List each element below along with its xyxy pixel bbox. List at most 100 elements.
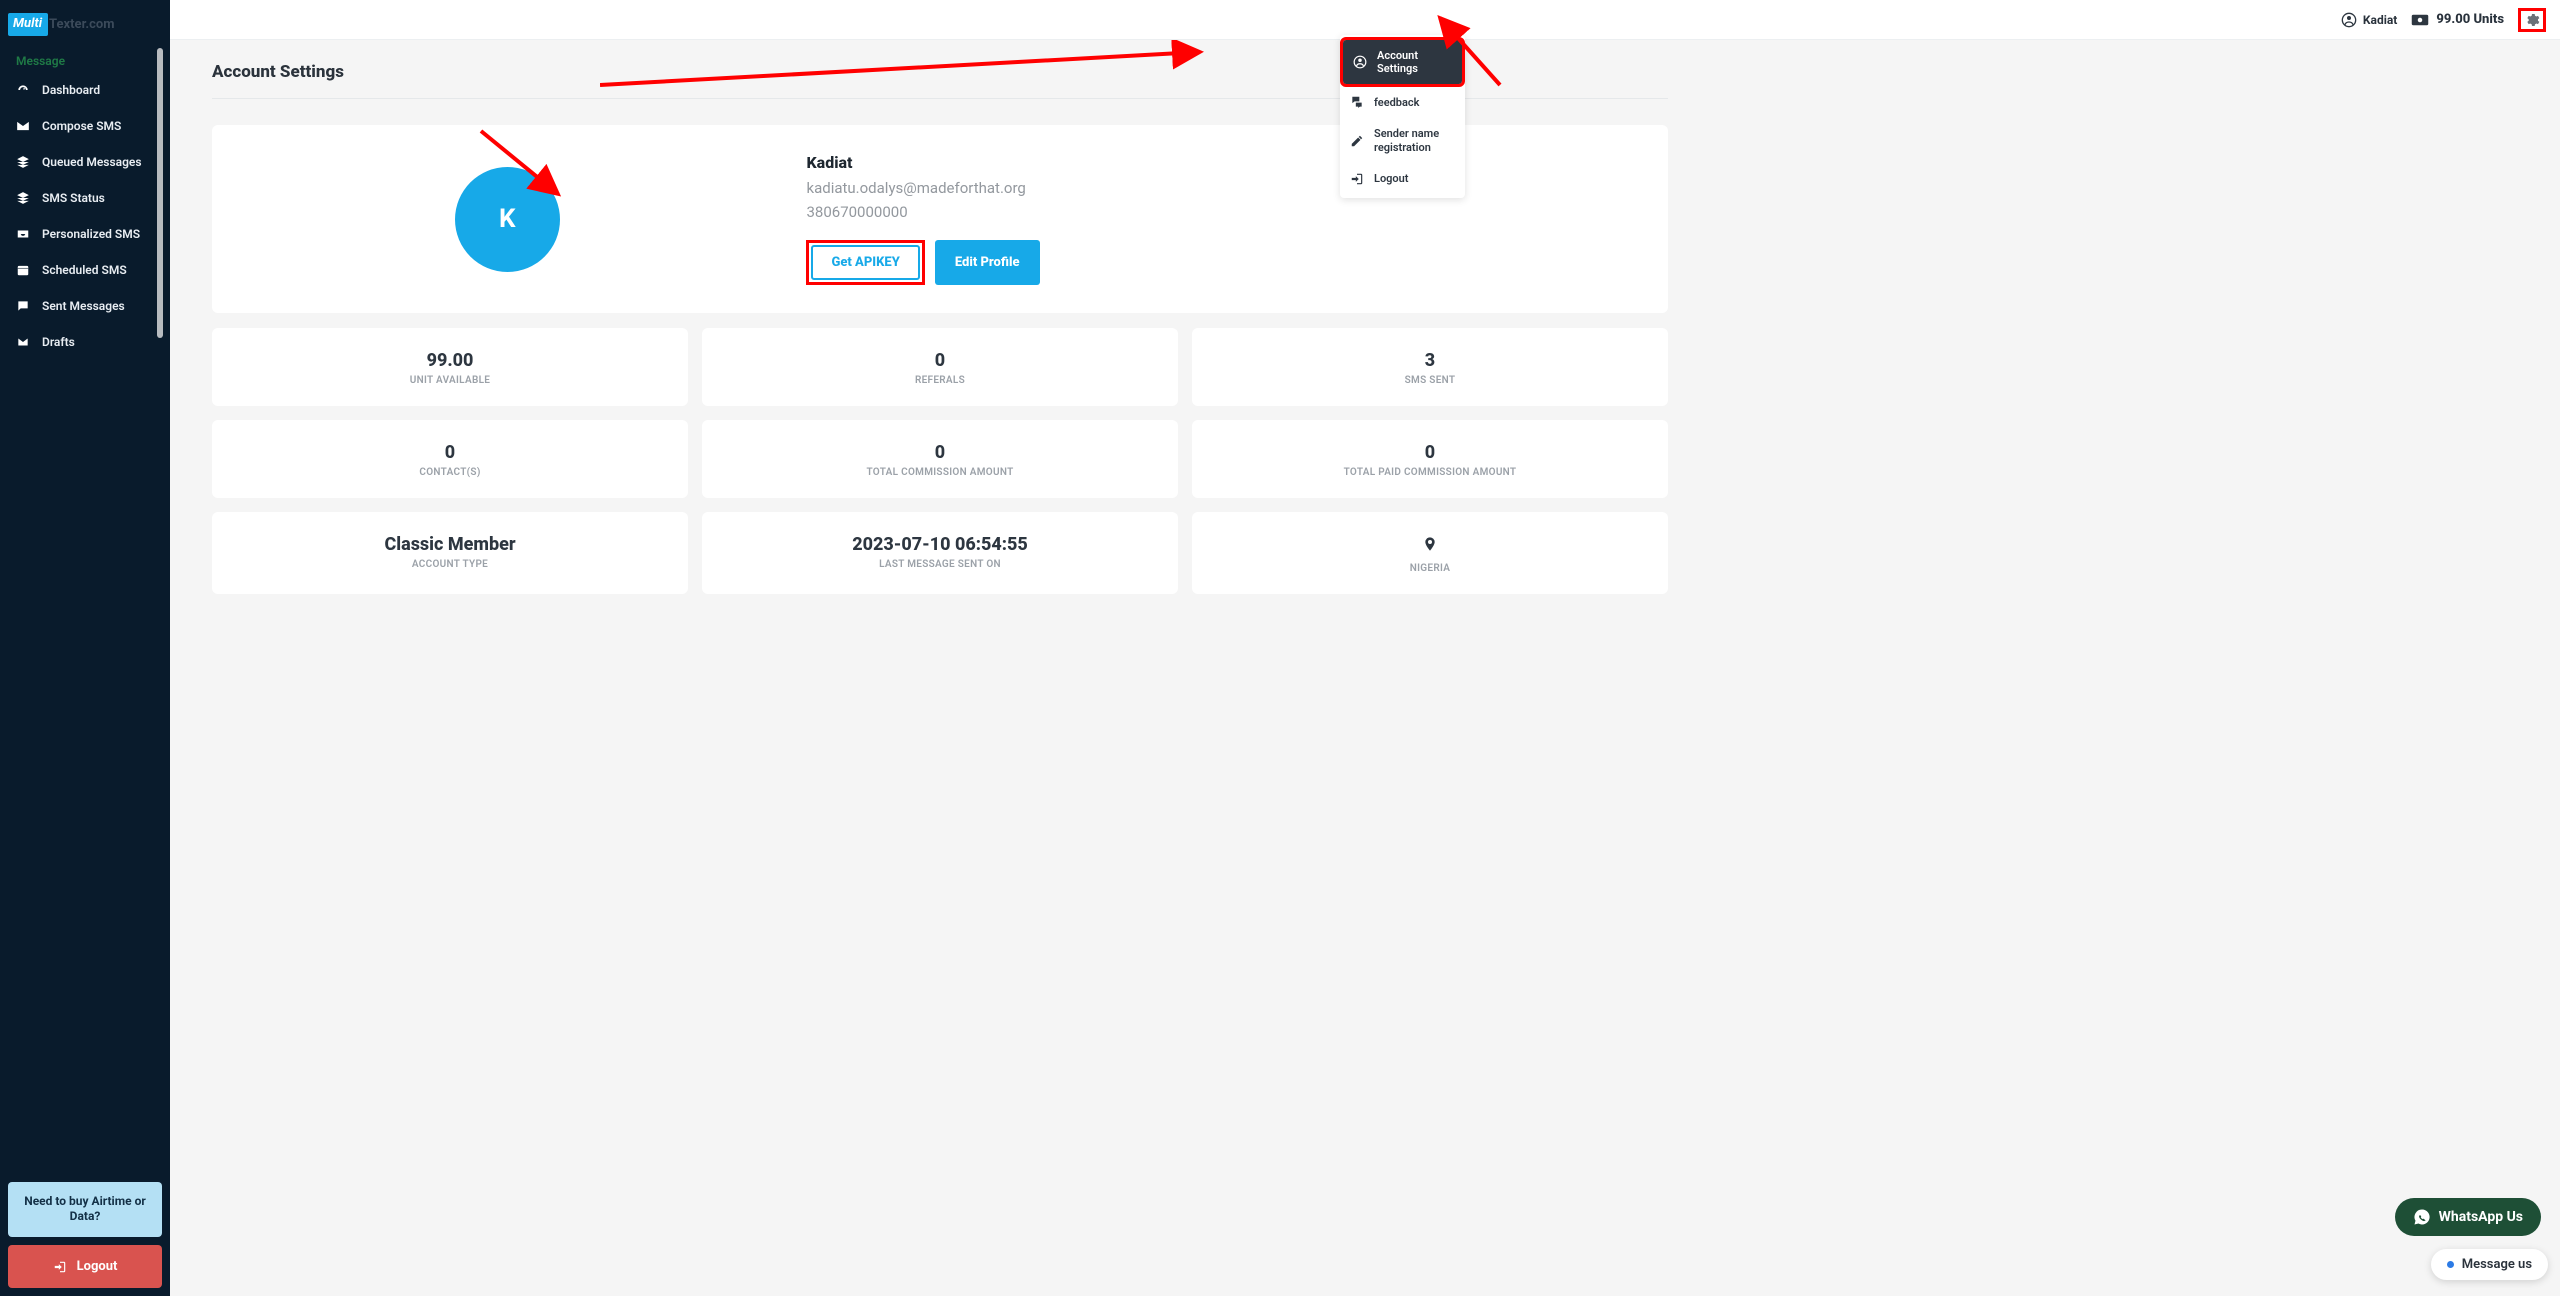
stat-value: Classic Member — [222, 534, 678, 555]
profile-name: Kadiat — [806, 153, 1039, 172]
money-icon — [2411, 13, 2429, 27]
status-dot-icon — [2447, 1261, 2454, 1268]
stack-icon — [16, 155, 30, 169]
profile-info: Kadiat kadiatu.odalys@madeforthat.org 38… — [806, 153, 1039, 285]
logout-label: Logout — [77, 1259, 118, 1274]
topbar: Kadiat 99.00 Units — [170, 0, 2560, 40]
sidebar-item-compose[interactable]: Compose SMS — [0, 108, 170, 144]
stat-paid-commission: 0 TOTAL PAID COMMISSION AMOUNT — [1192, 420, 1668, 498]
stat-last-message: 2023-07-10 06:54:55 LAST MESSAGE SENT ON — [702, 512, 1178, 594]
stats-grid: 99.00 UNIT AVAILABLE 0 REFERALS 3 SMS SE… — [212, 328, 1668, 594]
sidebar-item-label: Sent Messages — [42, 299, 125, 313]
sidebar-item-scheduled[interactable]: Scheduled SMS — [0, 252, 170, 288]
chat-icon — [16, 299, 30, 313]
logo-badge: Multi — [8, 13, 48, 36]
stat-label: LAST MESSAGE SENT ON — [712, 559, 1168, 570]
dropdown-item-sender-name[interactable]: Sender name registration — [1340, 118, 1465, 162]
stat-unit-available: 99.00 UNIT AVAILABLE — [212, 328, 688, 406]
stat-account-type: Classic Member ACCOUNT TYPE — [212, 512, 688, 594]
topbar-units[interactable]: 99.00 Units — [2411, 12, 2504, 27]
stat-sms-sent: 3 SMS SENT — [1192, 328, 1668, 406]
stat-value: 0 — [712, 350, 1168, 371]
stat-label: NIGERIA — [1202, 563, 1658, 574]
logout-icon — [1350, 172, 1364, 186]
stat-label: CONTACT(S) — [222, 467, 678, 478]
sidebar-item-label: Personalized SMS — [42, 227, 140, 241]
stat-label: ACCOUNT TYPE — [222, 559, 678, 570]
sidebar: Multi Texter.com Message Dashboard Compo… — [0, 0, 170, 1296]
stat-contacts: 0 CONTACT(S) — [212, 420, 688, 498]
user-circle-icon — [1353, 55, 1367, 69]
sidebar-item-personalized[interactable]: Personalized SMS — [0, 216, 170, 252]
user-circle-icon — [2341, 12, 2357, 28]
topbar-units-text: 99.00 Units — [2436, 12, 2504, 27]
sidebar-item-status[interactable]: SMS Status — [0, 180, 170, 216]
draft-icon — [16, 335, 30, 349]
stat-referals: 0 REFERALS — [702, 328, 1178, 406]
dropdown-item-label: Account Settings — [1377, 49, 1452, 75]
logout-button[interactable]: Logout — [8, 1245, 162, 1288]
stat-commission: 0 TOTAL COMMISSION AMOUNT — [702, 420, 1178, 498]
whatsapp-button[interactable]: WhatsApp Us — [2395, 1198, 2541, 1236]
profile-email: kadiatu.odalys@madeforthat.org — [806, 176, 1039, 200]
sidebar-scrollbar[interactable] — [157, 48, 163, 338]
stat-value: 0 — [712, 442, 1168, 463]
sidebar-item-sent[interactable]: Sent Messages — [0, 288, 170, 324]
dropdown-item-feedback[interactable]: feedback — [1340, 86, 1465, 118]
logo-rest: Texter.com — [49, 17, 114, 32]
gauge-icon — [16, 83, 30, 97]
sidebar-item-queued[interactable]: Queued Messages — [0, 144, 170, 180]
dropdown-item-label: Logout — [1374, 172, 1409, 185]
logo[interactable]: Multi Texter.com — [0, 0, 170, 44]
dropdown-item-label: feedback — [1374, 96, 1419, 109]
message-us-label: Message us — [2462, 1257, 2532, 1272]
stat-value: 0 — [222, 442, 678, 463]
stat-label: TOTAL PAID COMMISSION AMOUNT — [1202, 467, 1658, 478]
get-apikey-button[interactable]: Get APIKEY — [811, 245, 919, 280]
inbox-icon — [16, 227, 30, 241]
stat-value: 3 — [1202, 350, 1658, 371]
topbar-username: Kadiat — [2363, 13, 2397, 27]
edit-profile-button[interactable]: Edit Profile — [935, 240, 1040, 285]
gear-icon[interactable] — [2524, 12, 2540, 28]
dropdown-item-label: Sender name registration — [1374, 127, 1455, 153]
stack-icon — [16, 191, 30, 205]
avatar: K — [455, 167, 560, 272]
comments-icon — [1350, 95, 1364, 109]
stat-value: 0 — [1202, 442, 1658, 463]
logout-icon — [53, 1260, 67, 1274]
settings-gear-highlight — [2518, 8, 2546, 32]
stat-value: 2023-07-10 06:54:55 — [712, 534, 1168, 555]
pin-icon — [1202, 534, 1658, 559]
envelope-icon — [16, 119, 30, 133]
whatsapp-label: WhatsApp Us — [2439, 1209, 2523, 1225]
sidebar-item-label: Queued Messages — [42, 155, 142, 169]
dropdown-item-account-settings[interactable]: Account Settings — [1343, 40, 1462, 84]
stat-label: TOTAL COMMISSION AMOUNT — [712, 467, 1168, 478]
airtime-cta-button[interactable]: Need to buy Airtime or Data? — [8, 1182, 162, 1237]
main-content: Account Settings K Kadiat kadiatu.odalys… — [170, 40, 1710, 616]
stat-location: NIGERIA — [1192, 512, 1668, 594]
stat-label: SMS SENT — [1202, 375, 1658, 386]
message-us-button[interactable]: Message us — [2431, 1249, 2548, 1280]
stat-value: 99.00 — [222, 350, 678, 371]
calendar-icon — [16, 263, 30, 277]
dropdown-item-logout[interactable]: Logout — [1340, 163, 1465, 195]
whatsapp-icon — [2413, 1208, 2431, 1226]
sidebar-section-label: Message — [0, 44, 170, 72]
topbar-user[interactable]: Kadiat — [2341, 12, 2397, 28]
sidebar-item-drafts[interactable]: Drafts — [0, 324, 170, 360]
sidebar-item-label: Compose SMS — [42, 119, 121, 133]
sidebar-item-label: SMS Status — [42, 191, 105, 205]
sidebar-item-label: Scheduled SMS — [42, 263, 127, 277]
profile-phone: 380670000000 — [806, 200, 1039, 224]
stat-label: UNIT AVAILABLE — [222, 375, 678, 386]
sidebar-item-label: Drafts — [42, 335, 75, 349]
pencil-icon — [1350, 134, 1364, 148]
sidebar-nav: Dashboard Compose SMS Queued Messages SM… — [0, 72, 170, 360]
sidebar-item-label: Dashboard — [42, 83, 100, 97]
stat-label: REFERALS — [712, 375, 1168, 386]
settings-dropdown: Account Settings feedback Sender name re… — [1340, 35, 1465, 198]
sidebar-item-dashboard[interactable]: Dashboard — [0, 72, 170, 108]
apikey-highlight: Get APIKEY — [806, 240, 924, 285]
